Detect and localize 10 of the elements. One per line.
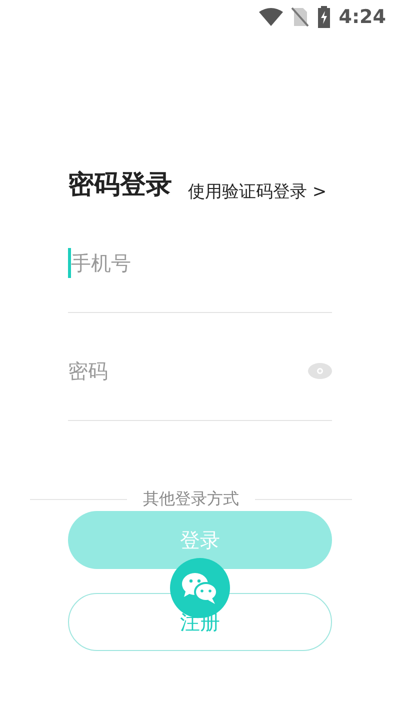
eye-icon[interactable] [308,362,332,378]
battery-charging-icon [316,6,331,28]
divider-label: 其他登录方式 [143,488,239,510]
no-sim-icon [290,7,309,27]
password-field[interactable]: 密码 [68,356,268,386]
code-login-link[interactable]: 使用验证码登录 > [188,180,327,205]
phone-field[interactable]: 手机号 [68,248,268,278]
page-title: 密码登录 [68,169,172,202]
status-time: 4:24 [338,4,386,30]
wifi-icon [258,8,283,26]
